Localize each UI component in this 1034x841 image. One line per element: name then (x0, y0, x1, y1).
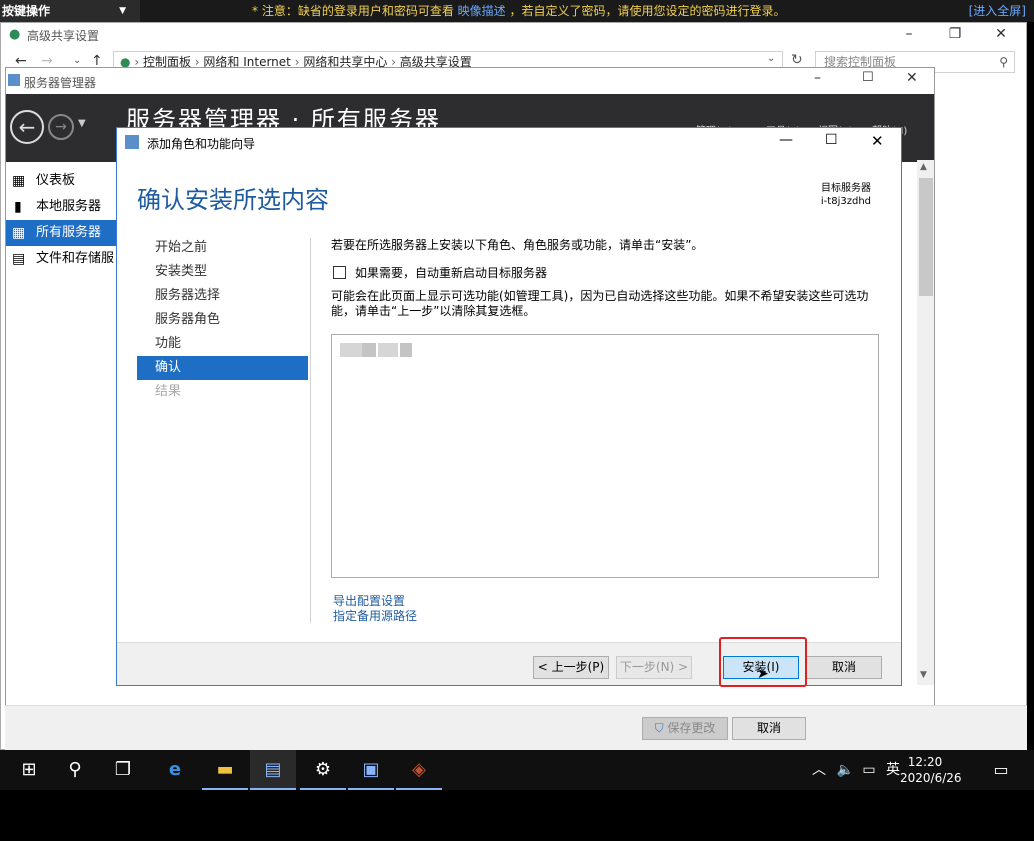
settings-gear-icon[interactable]: ⚙ (300, 750, 346, 790)
intro-text: 若要在所选服务器上安装以下角色、角色服务或功能，请单击“安装”。 (331, 238, 704, 252)
wizard-heading: 确认安装所选内容 (137, 186, 329, 214)
clock-time: 12:20 (907, 755, 943, 769)
window-title: 高级共享设置 (27, 29, 100, 43)
back-circle-icon[interactable]: ← (10, 110, 44, 144)
notice-prefix: * 注意：缺省的登录用户和密码可查看 (252, 4, 454, 18)
image-description-link[interactable]: 映像描述 (458, 4, 506, 18)
ime-indicator[interactable]: 英 (886, 762, 900, 778)
nav-file-storage[interactable]: ▤ 文件和存储服 (6, 246, 119, 272)
blurred-item (400, 343, 412, 357)
close-button[interactable]: ✕ (906, 70, 918, 86)
network-icon: ● (9, 27, 21, 42)
step-server-selection[interactable]: 服务器选择 (137, 284, 308, 308)
minimize-button[interactable]: — (779, 132, 793, 148)
tray-chevron-icon[interactable]: ︿ (812, 762, 826, 778)
step-results: 结果 (155, 384, 182, 399)
hotkeys-menu[interactable]: 按键操作 ▼ (0, 0, 140, 22)
window-title: 服务器管理器 (24, 76, 97, 90)
selected-features-list[interactable] (331, 334, 879, 578)
dashboard-icon: ▦ (12, 173, 26, 189)
network-share-icon[interactable]: ◈ (396, 750, 442, 790)
taskbar: ⊞ ⚲ ❐ e ▬ ▤ ⚙ ▣ ◈ ︿ 🔈 ▭ 英 12:20 2020/6/2… (0, 750, 1034, 790)
wizard-titlebar: 添加角色和功能向导 — ☐ ✕ (117, 128, 901, 158)
chevron-down-icon: ▼ (119, 6, 126, 16)
add-roles-wizard: 添加角色和功能向导 — ☐ ✕ 确认安装所选内容 目标服务器 i-t8j3zdh… (116, 127, 902, 687)
cancel-button[interactable]: 取消 (732, 717, 806, 740)
blurred-item (340, 343, 362, 357)
cancel-button[interactable]: 取消 (806, 656, 882, 679)
server-icon: ▮ (14, 199, 22, 215)
scroll-down-icon[interactable]: ▼ (920, 670, 927, 680)
nav-all-servers[interactable]: ▦ 所有服务器 (6, 220, 119, 246)
recent-chevron-icon[interactable]: ⌄ (73, 55, 81, 66)
explorer-footer: ⛉ 保存更改 取消 (5, 705, 1027, 750)
wizard-title: 添加角色和功能向导 (147, 137, 256, 151)
target-server: 目标服务器 i-t8j3zdhd (821, 182, 871, 208)
nav-label: 所有服务器 (36, 225, 102, 240)
nav-label: 仪表板 (36, 173, 76, 188)
notice-suffix: ，若自定义了密码，请使用您设定的密码进行登录。 (509, 4, 786, 18)
nav-local-server[interactable]: ▮ 本地服务器 (6, 194, 119, 220)
scrollbar-thumb[interactable] (919, 178, 933, 296)
shield-icon: ⛉ (654, 721, 664, 735)
step-features[interactable]: 功能 (137, 332, 308, 356)
file-explorer-icon[interactable]: ▬ (202, 750, 248, 790)
blurred-item (378, 343, 398, 357)
scroll-up-icon[interactable]: ▲ (920, 162, 927, 172)
step-before-you-begin[interactable]: 开始之前 (137, 236, 308, 260)
search-icon[interactable]: ⚲ (52, 750, 98, 790)
volume-muted-icon[interactable]: 🔈 (836, 762, 853, 778)
close-button[interactable]: ✕ (871, 132, 884, 150)
start-icon[interactable]: ⊞ (6, 750, 52, 790)
clock-date: 2020/6/26 (900, 771, 962, 785)
history-chevron-icon[interactable]: ▼ (78, 118, 86, 129)
optional-features-note: 可能会在此页面上显示可选功能(如管理工具)，因为已自动选择这些功能。如果不希望安… (331, 289, 869, 318)
blurred-item (362, 343, 376, 357)
maximize-button[interactable]: ❐ (932, 23, 978, 45)
server-manager-taskbar-icon[interactable]: ▤ (250, 750, 296, 790)
nav-label: 文件和存储服 (36, 251, 115, 266)
cursor-icon: ➤ (757, 666, 769, 682)
search-icon: ⚲ (999, 55, 1008, 69)
ie-icon[interactable]: e (152, 750, 198, 790)
hotkeys-label: 按键操作 (2, 4, 51, 18)
nav-dashboard[interactable]: ▦ 仪表板 (6, 168, 119, 194)
target-server-value: i-t8j3zdhd (820, 196, 871, 207)
storage-icon: ▤ (12, 251, 26, 267)
wizard-icon (125, 135, 139, 149)
minimize-button[interactable]: – (814, 70, 821, 86)
forward-circle-icon[interactable]: → (48, 114, 74, 140)
maximize-button[interactable]: ☐ (862, 70, 874, 85)
servers-icon: ▦ (12, 225, 26, 241)
notice-text: * 注意：缺省的登录用户和密码可查看 映像描述 ，若自定义了密码，请使用您设定的… (252, 0, 786, 22)
clock[interactable]: 12:20 2020/6/26 (900, 754, 962, 786)
close-button[interactable]: ✕ (978, 23, 1024, 45)
system-tray: ︿ 🔈 ▭ 英 (812, 750, 900, 790)
network-icon[interactable]: ▭ (862, 762, 875, 778)
restart-checkbox[interactable] (333, 266, 346, 279)
server-manager-icon (8, 74, 20, 86)
maximize-button[interactable]: ☐ (825, 132, 838, 148)
task-view-icon[interactable]: ❐ (100, 750, 146, 790)
previous-button[interactable]: < 上一步(P) (533, 656, 609, 679)
save-label: 保存更改 (667, 721, 716, 735)
divider (310, 238, 311, 623)
minimize-button[interactable]: – (886, 23, 932, 45)
step-server-roles[interactable]: 服务器角色 (137, 308, 308, 332)
target-server-label: 目标服务器 (821, 183, 871, 194)
notification-icon[interactable]: ▭ (986, 750, 1016, 790)
step-confirmation[interactable]: 确认 (137, 356, 308, 380)
nav-label: 本地服务器 (36, 199, 102, 214)
remote-desktop-icon[interactable]: ▣ (348, 750, 394, 790)
address-dropdown-icon[interactable]: ⌄ (767, 53, 775, 64)
enter-fullscreen-link[interactable]: [进入全屏] (969, 0, 1026, 22)
refresh-icon[interactable]: ↻ (791, 52, 803, 68)
step-installation-type[interactable]: 安装类型 (137, 260, 308, 284)
restart-checkbox-label[interactable]: 如果需要，自动重新启动目标服务器 (355, 264, 547, 281)
server-manager-nav: ▦ 仪表板 ▮ 本地服务器 ▦ 所有服务器 ▤ 文件和存储服 (6, 162, 119, 282)
next-button[interactable]: 下一步(N) > (616, 656, 692, 679)
save-changes-button[interactable]: ⛉ 保存更改 (642, 717, 728, 740)
alternate-source-link[interactable]: 指定备用源路径 (333, 607, 417, 624)
